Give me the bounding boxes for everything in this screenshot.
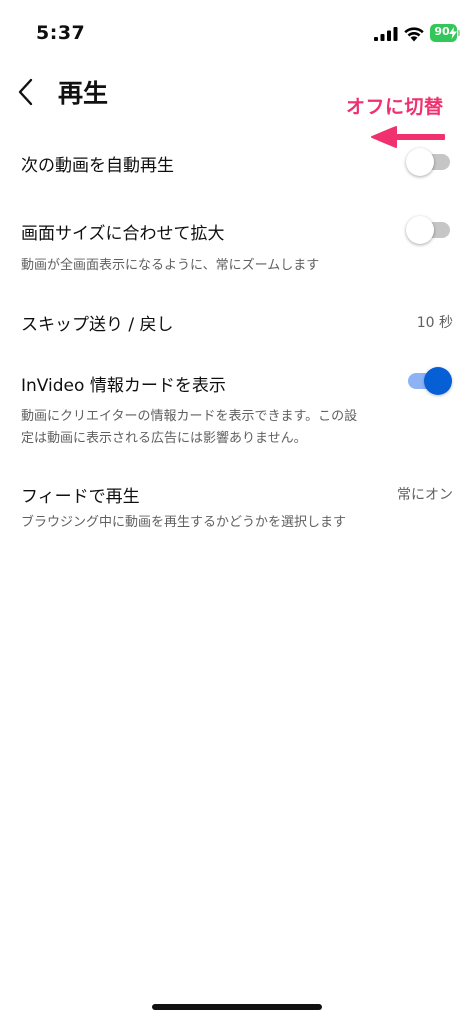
charging-bolt-icon <box>449 27 457 39</box>
annotation-arrow-icon <box>371 126 445 148</box>
infocards-toggle[interactable] <box>404 367 452 395</box>
toggle-knob <box>424 367 452 395</box>
setting-autoplay-label: 次の動画を自動再生 <box>21 156 174 176</box>
annotation-label: オフに切替 <box>346 96 444 118</box>
setting-feed-playback-description: ブラウジング中に動画を再生するかどうかを選択します <box>21 515 347 530</box>
battery-cap <box>458 30 460 36</box>
chevron-left-icon[interactable] <box>14 76 40 108</box>
toggle-knob <box>406 216 434 244</box>
setting-zoom-label: 画面サイズに合わせて拡大 <box>21 224 225 244</box>
autoplay-toggle[interactable] <box>406 148 452 176</box>
home-indicator <box>152 1004 322 1010</box>
setting-feed-playback-label: フィードで再生 <box>21 487 140 507</box>
wifi-icon <box>404 27 424 42</box>
toggle-knob <box>406 148 434 176</box>
page-title: 再生 <box>58 79 109 108</box>
setting-infocards-description-line2: 定は動画に表示される広告には影響ありません。 <box>21 431 307 446</box>
zoom-toggle[interactable] <box>406 216 452 244</box>
signal-icon <box>374 27 398 41</box>
setting-infocards-label: InVideo 情報カードを表示 <box>21 376 226 396</box>
status-bar: 5:37 90 <box>0 0 473 60</box>
status-time: 5:37 <box>36 22 86 44</box>
setting-feed-playback-value: 常にオン <box>397 487 453 503</box>
setting-skip-label: スキップ送り / 戻し <box>21 315 174 335</box>
battery-icon: 90 <box>430 24 460 42</box>
setting-infocards-description-line1: 動画にクリエイターの情報カードを表示できます。この設 <box>21 409 358 424</box>
setting-skip-value: 10 秒 <box>416 315 453 331</box>
setting-zoom-description: 動画が全画面表示になるように、常にズームします <box>21 258 320 273</box>
